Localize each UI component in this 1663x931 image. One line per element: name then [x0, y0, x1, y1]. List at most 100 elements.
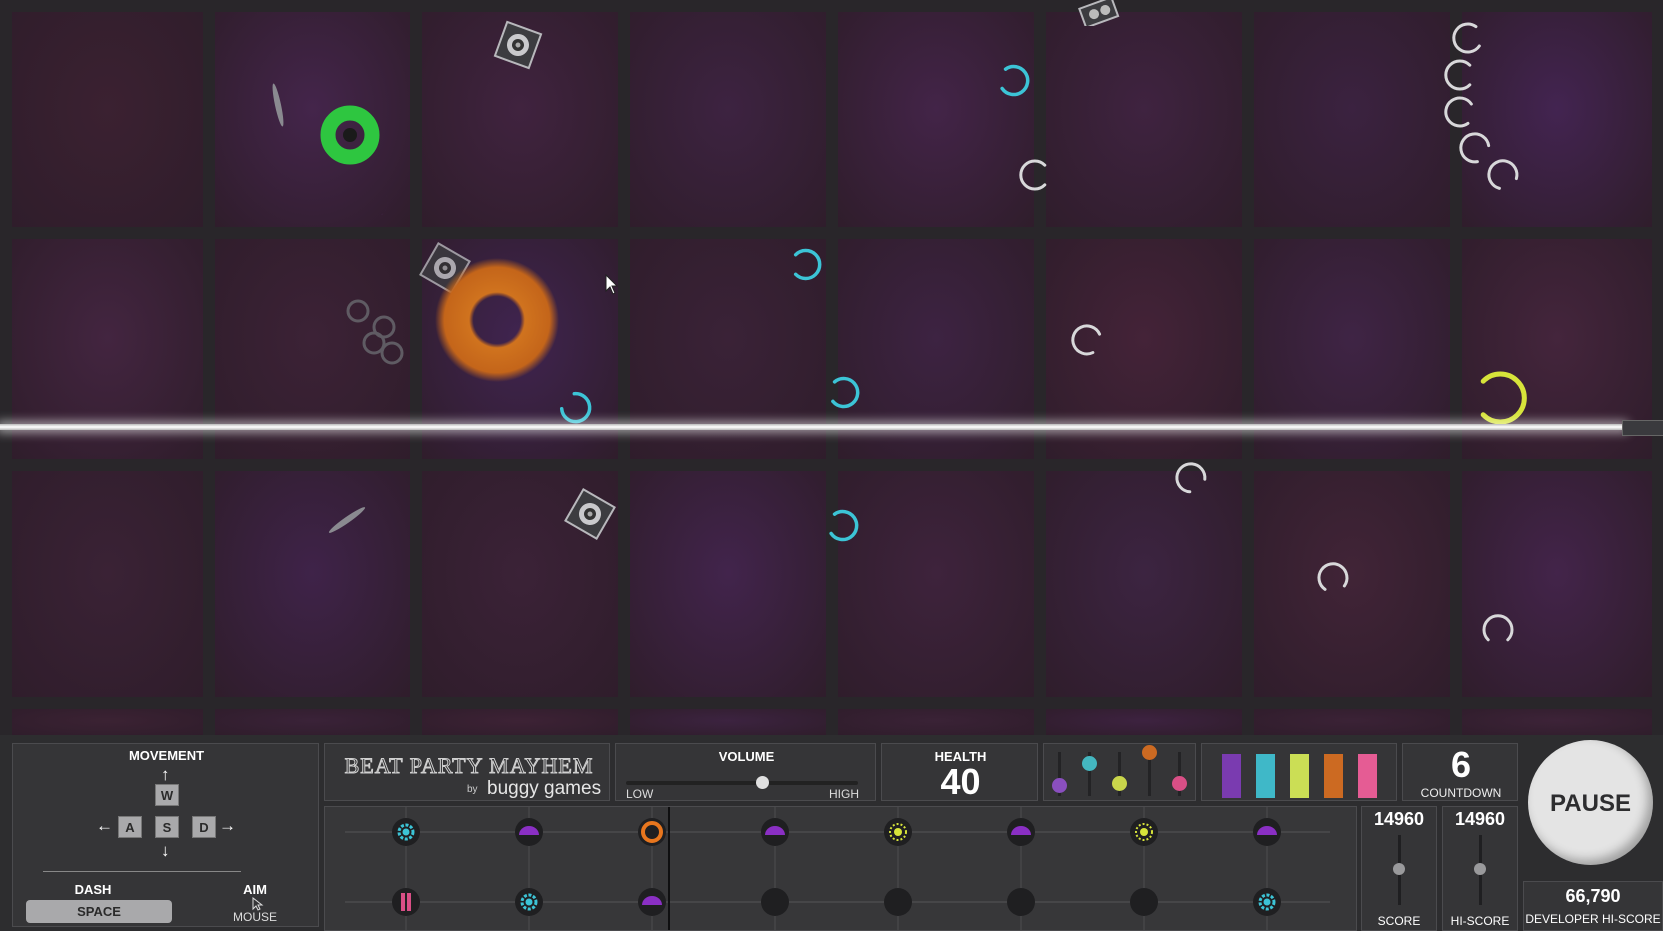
palette-swatch — [1256, 754, 1275, 798]
speaker-icon — [564, 488, 616, 540]
game-title: BEAT PARTY MAYHEM — [344, 753, 594, 779]
arrow-down-icon: ↓ — [161, 841, 170, 860]
yellow-crescent — [1480, 371, 1527, 425]
white-crescent — [1444, 96, 1473, 128]
beat-note-pink-bars — [392, 888, 420, 916]
beat-note-purple-dome — [1007, 818, 1035, 846]
volume-slider[interactable] — [756, 776, 770, 789]
cyan-crescent — [793, 248, 821, 280]
mixer-fader-knob[interactable] — [1142, 745, 1157, 760]
volume-track — [626, 781, 858, 785]
volume-panel: VOLUME LOW HIGH — [615, 743, 876, 801]
grey-blade — [272, 83, 284, 127]
countdown-label: COUNTDOWN — [1420, 786, 1502, 800]
controls-divider — [43, 871, 241, 872]
white-crescent — [1317, 562, 1349, 591]
countdown-panel: 6 COUNTDOWN — [1402, 743, 1518, 801]
palette-swatch — [1222, 754, 1241, 798]
volume-low-label: LOW — [626, 787, 654, 801]
speaker-icon — [493, 20, 543, 70]
beat-note-empty — [1007, 888, 1035, 916]
white-crescent — [1452, 22, 1481, 54]
floor-tile — [1046, 471, 1242, 697]
beat-note-empty — [761, 888, 789, 916]
countdown-value: 6 — [1450, 744, 1472, 785]
arrow-left-icon: ← — [96, 816, 113, 835]
dev-hiscore-panel: 66,790 DEVELOPER HI-SCORE — [1523, 881, 1663, 931]
green-ring-player — [320, 105, 380, 165]
health-value: 40 — [940, 761, 981, 802]
beat-note-purple-dome — [638, 888, 666, 916]
floor-tile — [838, 709, 1034, 735]
score-label: SCORE — [1377, 914, 1421, 928]
white-crescent — [1444, 59, 1472, 91]
cyan-crescent — [828, 509, 858, 541]
floor-tile — [1254, 471, 1450, 697]
purple-crescent — [362, 188, 388, 219]
movement-label: MOVEMENT — [128, 748, 205, 763]
beat-note-empty — [1130, 888, 1158, 916]
palette-swatch — [1324, 754, 1343, 798]
mouse-icon — [252, 897, 264, 911]
mixer-fader-knob[interactable] — [1112, 775, 1127, 791]
beat-note-purple-dome — [1253, 818, 1281, 846]
beat-note-yellow-sun — [884, 818, 912, 846]
white-crescent — [1487, 159, 1519, 190]
beat-note-empty — [884, 888, 912, 916]
score-slider-knob — [1393, 863, 1405, 875]
logo-studio: buggy games — [487, 778, 602, 799]
floor-tile — [630, 471, 826, 697]
aim-key: MOUSE — [232, 910, 277, 924]
cursor-icon — [605, 274, 619, 295]
hiscore-label: HI-SCORE — [1450, 914, 1510, 928]
logo-by: by — [467, 784, 478, 795]
white-crescent — [1482, 614, 1514, 642]
aim-label: AIM — [243, 882, 267, 897]
key-a: A — [118, 816, 142, 838]
pause-button[interactable]: PAUSE — [1528, 740, 1653, 865]
palette-swatch — [1290, 754, 1309, 798]
floor-tile — [12, 12, 203, 227]
mixer-fader-knob[interactable] — [1172, 775, 1187, 791]
game-arena[interactable] — [0, 0, 1663, 735]
floor-tile — [215, 709, 410, 735]
score-value: 14960 — [1373, 809, 1425, 829]
hiscore-value: 14960 — [1454, 809, 1506, 829]
beat-note-cyan-gear — [1253, 888, 1281, 916]
mixer-fader-knob[interactable] — [1052, 778, 1067, 793]
cyan-crescent — [830, 376, 859, 408]
floor-tile — [1046, 709, 1242, 735]
dash-key: SPACE — [26, 900, 172, 923]
floor-tile — [1462, 709, 1652, 735]
laser-beam — [0, 424, 1625, 430]
mixer-panel — [1043, 743, 1196, 801]
floor-tile — [630, 709, 826, 735]
floor-tile — [838, 471, 1034, 697]
speaker-icon — [1078, 0, 1120, 26]
dash-label: DASH — [74, 882, 112, 897]
arrow-up-icon: ↑ — [161, 765, 170, 784]
score-panel: 14960 SCORE — [1361, 806, 1437, 931]
laser-emitter — [1622, 420, 1663, 436]
cyan-crescent — [559, 391, 591, 423]
grey-rings — [346, 299, 404, 365]
beat-note-orange-ring — [638, 818, 666, 846]
hiscore-panel: 14960 HI-SCORE — [1442, 806, 1518, 931]
floor-tile — [838, 12, 1034, 227]
beat-note-purple-dome — [515, 818, 543, 846]
hud-bar: MOVEMENT ↑ W ← A S D → ↓ DASH SPACE AIM … — [0, 735, 1663, 931]
logo-panel: BEAT PARTY MAYHEM by buggy games — [324, 743, 610, 801]
white-crescent — [1019, 159, 1047, 191]
floor-tile — [1254, 709, 1450, 735]
hiscore-slider-knob — [1474, 863, 1486, 875]
key-s: S — [155, 816, 179, 838]
mixer-fader-knob[interactable] — [1082, 756, 1097, 771]
orange-ring-hazard — [435, 258, 559, 382]
pause-label: PAUSE — [1550, 790, 1631, 817]
controls-panel: MOVEMENT ↑ W ← A S D → ↓ DASH SPACE AIM … — [12, 743, 319, 927]
floor-tile — [1254, 12, 1450, 227]
sequencer-grid — [345, 807, 1330, 930]
dev-hiscore-label: DEVELOPER HI-SCORE — [1525, 912, 1661, 926]
cyan-crescent — [999, 64, 1029, 96]
health-panel: HEALTH 40 — [881, 743, 1038, 802]
